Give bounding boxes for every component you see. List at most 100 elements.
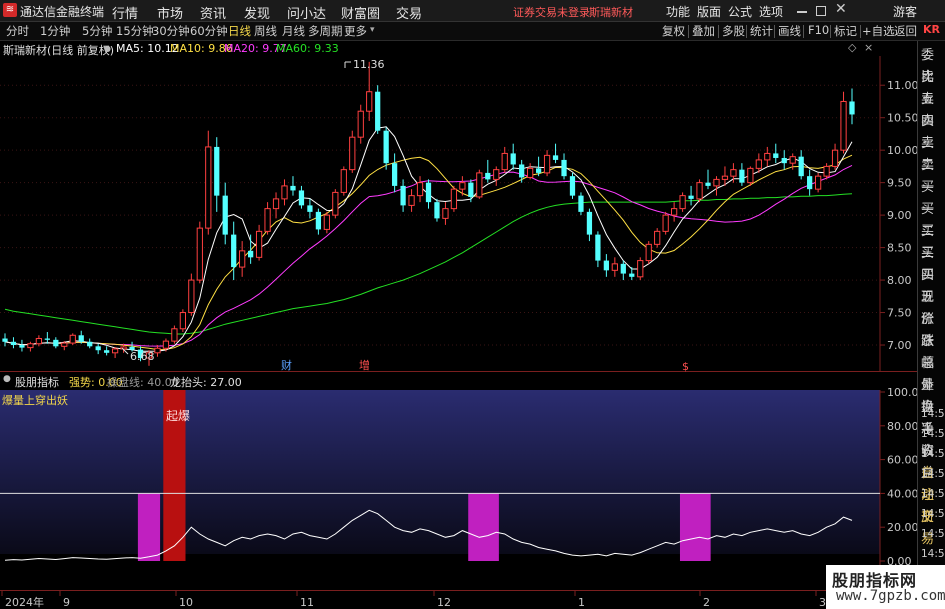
candle[interactable] [281, 179, 288, 206]
period-daily[interactable]: 日线 [228, 23, 251, 39]
candle[interactable] [468, 179, 474, 203]
period-60min[interactable]: 60分钟 [190, 23, 228, 39]
maximize-icon[interactable] [816, 6, 826, 16]
candle[interactable] [476, 169, 483, 199]
period-more[interactable]: 更多 [344, 23, 367, 39]
kr-badge[interactable]: KR [923, 23, 940, 36]
candle[interactable] [205, 130, 212, 235]
menu-trade[interactable]: 交易 [396, 3, 422, 22]
candle[interactable] [375, 85, 381, 134]
candle[interactable] [543, 150, 551, 177]
candle[interactable] [349, 130, 356, 173]
candle[interactable] [578, 192, 584, 216]
multi-stock-button[interactable]: 多股 [722, 23, 745, 39]
candle[interactable] [44, 332, 50, 344]
candle[interactable] [552, 143, 559, 164]
diamond-icon[interactable]: ◇ [848, 41, 856, 54]
candle[interactable] [679, 192, 686, 212]
candle[interactable] [255, 224, 263, 261]
candle[interactable] [840, 91, 847, 154]
candle[interactable] [747, 166, 754, 186]
statistics-button[interactable]: 统计 [750, 23, 773, 39]
trade-login-warning[interactable]: 证券交易未登录 [513, 4, 590, 20]
candle[interactable] [450, 185, 458, 212]
candle[interactable] [104, 346, 110, 356]
candle[interactable] [154, 345, 161, 357]
candle[interactable] [78, 330, 84, 344]
menu-layout[interactable]: 版面 [697, 3, 721, 20]
menu-market[interactable]: 市场 [157, 3, 183, 22]
candle[interactable] [391, 153, 398, 193]
candle[interactable] [739, 163, 745, 186]
candle[interactable] [620, 260, 626, 281]
candle[interactable] [713, 176, 720, 196]
minimize-icon[interactable] [797, 11, 807, 13]
menu-wealth-circle[interactable]: 财富圈 [341, 3, 380, 22]
candle[interactable] [188, 273, 195, 316]
candle[interactable] [501, 146, 508, 173]
menu-function[interactable]: 功能 [666, 3, 690, 20]
menu-news[interactable]: 资讯 [200, 3, 226, 22]
candle[interactable] [527, 163, 534, 180]
period-multi[interactable]: 多周期 [308, 23, 343, 39]
candle[interactable] [831, 143, 839, 170]
candle[interactable] [196, 221, 203, 284]
overlay-button[interactable]: 叠加 [692, 23, 715, 39]
period-1min[interactable]: 1分钟 [40, 23, 70, 39]
candle[interactable] [323, 211, 330, 234]
candle[interactable] [69, 333, 76, 346]
candle[interactable] [798, 150, 804, 180]
candle[interactable] [400, 179, 406, 212]
candle[interactable] [773, 143, 779, 164]
draw-line-button[interactable]: 画线 [778, 23, 801, 39]
candle[interactable] [425, 179, 432, 209]
candle[interactable] [561, 153, 567, 180]
candle[interactable] [248, 234, 254, 264]
candle[interactable] [671, 202, 678, 222]
settings-dot-icon[interactable]: ● [104, 44, 111, 53]
kline-chart[interactable]: 11.0010.5010.009.509.008.508.007.507.00 … [0, 56, 917, 609]
indicator-name[interactable]: 股朋指标 [15, 374, 59, 390]
candle[interactable] [383, 127, 389, 170]
f10-button[interactable]: F10 [808, 23, 829, 37]
candle[interactable] [214, 137, 220, 212]
event-finance-marker[interactable]: 财 [281, 358, 292, 372]
candle[interactable] [814, 172, 822, 193]
candle[interactable] [332, 189, 339, 219]
candle[interactable] [705, 169, 711, 190]
menu-discover[interactable]: 发现 [244, 3, 270, 22]
candle[interactable] [87, 338, 93, 349]
candle[interactable] [611, 257, 618, 277]
candle[interactable] [603, 254, 609, 277]
guest-label[interactable]: 游客 [893, 3, 917, 20]
period-15min[interactable]: 15分钟 [116, 23, 154, 39]
candle[interactable] [519, 159, 525, 183]
candle[interactable] [510, 143, 516, 170]
candle[interactable] [298, 185, 305, 209]
candle[interactable] [19, 339, 25, 352]
candle[interactable] [662, 211, 669, 235]
period-monthly[interactable]: 月线 [282, 23, 305, 39]
candle[interactable] [654, 228, 661, 248]
close-icon[interactable]: ✕ [835, 1, 847, 17]
candle[interactable] [485, 159, 491, 183]
period-timeshare[interactable]: 分时 [6, 23, 29, 39]
candle[interactable] [231, 221, 237, 281]
candle[interactable] [807, 169, 813, 196]
candle[interactable] [637, 257, 644, 281]
candle[interactable] [179, 309, 186, 333]
candle[interactable] [416, 176, 424, 203]
menu-quotes[interactable]: 行情 [112, 3, 138, 22]
candle[interactable] [340, 166, 347, 196]
candle[interactable] [493, 166, 500, 186]
candle[interactable] [434, 198, 440, 222]
menu-ask[interactable]: 问小达 [287, 3, 326, 22]
period-5min[interactable]: 5分钟 [82, 23, 112, 39]
mark-button[interactable]: 标记 [834, 23, 857, 39]
candle[interactable] [586, 208, 593, 242]
candle[interactable] [688, 185, 694, 206]
period-30min[interactable]: 30分钟 [152, 23, 190, 39]
candle[interactable] [2, 333, 8, 347]
candle[interactable] [764, 146, 771, 167]
candle[interactable] [849, 88, 855, 125]
